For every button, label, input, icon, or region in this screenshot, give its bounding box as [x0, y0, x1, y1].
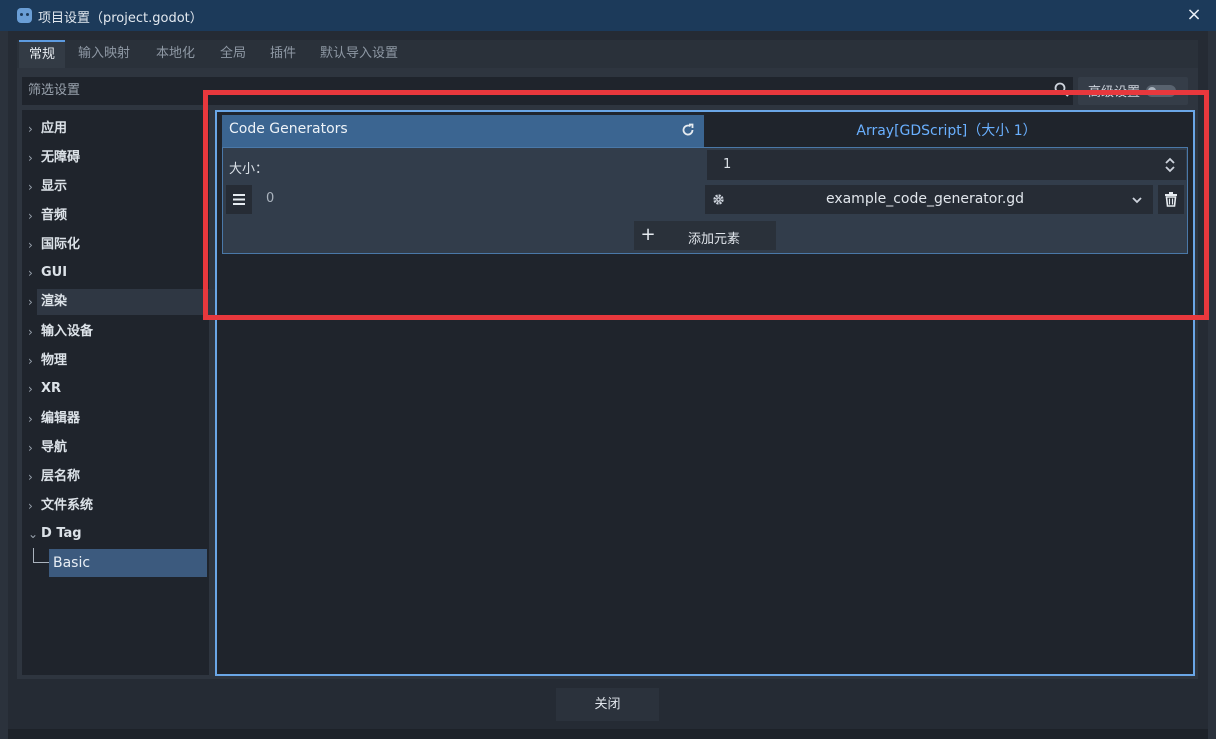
sidebar-item[interactable]: › 显示	[22, 174, 205, 200]
sidebar-item[interactable]: ⌄ D Tag	[22, 521, 205, 547]
chevron-right-icon: ›	[28, 151, 33, 165]
tree-connector	[33, 548, 34, 562]
chevron-right-icon: ›	[28, 382, 33, 396]
sidebar-item-label: 文件系统	[41, 498, 94, 513]
chevron-right-icon: ›	[28, 441, 33, 455]
sidebar-item[interactable]: › 层名称	[22, 464, 205, 490]
chevron-right-icon: ›	[28, 122, 33, 136]
sidebar-item[interactable]: › 渲染	[28, 289, 220, 315]
highlight-annotation	[203, 90, 1209, 320]
chevron-down-icon: ⌄	[28, 527, 39, 541]
tab-import-defaults[interactable]: 默认导入设置	[310, 40, 408, 68]
sidebar-item[interactable]: › XR	[22, 376, 205, 402]
tree-connector	[33, 562, 49, 563]
sidebar-item-label: 导航	[41, 440, 68, 455]
chevron-right-icon: ›	[28, 295, 33, 309]
close-button[interactable]: 关闭	[556, 688, 659, 721]
sidebar-item-label: 输入设备	[41, 324, 94, 339]
sidebar-item-label: 渲染	[41, 294, 68, 309]
sidebar-item[interactable]: › 无障碍	[22, 145, 205, 171]
sidebar-item-label: 无障碍	[41, 150, 81, 165]
chevron-right-icon: ›	[28, 266, 33, 280]
sidebar-item-label: GUI	[41, 265, 68, 280]
sidebar-item[interactable]: › 导航	[22, 435, 205, 461]
tab-localization[interactable]: 本地化	[146, 40, 205, 68]
chevron-right-icon: ›	[28, 499, 33, 513]
chevron-right-icon: ›	[28, 325, 33, 339]
chevron-right-icon: ›	[28, 238, 33, 252]
sidebar-item-label: XR	[41, 381, 62, 396]
sidebar-item-label: 物理	[41, 353, 68, 368]
sidebar-item-label: 编辑器	[41, 411, 81, 426]
tab-general[interactable]: 常规	[19, 40, 66, 70]
chevron-right-icon: ›	[28, 354, 33, 368]
sidebar-item-label: 显示	[41, 179, 68, 194]
sidebar-item-label: 国际化	[41, 237, 81, 252]
sidebar-item[interactable]: › 物理	[22, 348, 205, 374]
sidebar-item-label: 音频	[41, 208, 68, 223]
chevron-right-icon: ›	[28, 180, 33, 194]
tab-globals[interactable]: 全局	[210, 40, 256, 68]
sidebar-item[interactable]: › GUI	[22, 260, 205, 286]
godot-logo-icon	[17, 8, 32, 23]
backdrop-edge-left	[0, 31, 8, 739]
backdrop-edge-right	[1208, 31, 1216, 739]
sidebar-item[interactable]: › 应用	[22, 116, 205, 142]
sidebar-item-label: D Tag	[41, 526, 82, 541]
sidebar-item[interactable]: › 国际化	[22, 232, 205, 258]
window-close-icon[interactable]: ×	[1183, 3, 1205, 27]
sidebar-item[interactable]: › 文件系统	[22, 493, 205, 519]
sidebar-item-basic[interactable]: Basic	[49, 549, 207, 577]
sidebar-item[interactable]: › 音频	[22, 203, 205, 229]
tab-plugins[interactable]: 插件	[260, 40, 306, 68]
sidebar-item[interactable]: › 编辑器	[22, 406, 205, 432]
sidebar-item-label: 应用	[41, 121, 68, 136]
chevron-right-icon: ›	[28, 412, 33, 426]
tab-input-map[interactable]: 输入映射	[68, 40, 140, 68]
window-title: 项目设置（project.godot）	[38, 11, 203, 26]
chevron-right-icon: ›	[28, 470, 33, 484]
sidebar-item-label: 层名称	[41, 469, 81, 484]
chevron-right-icon: ›	[28, 209, 33, 223]
sidebar-item[interactable]: › 输入设备	[22, 319, 205, 345]
